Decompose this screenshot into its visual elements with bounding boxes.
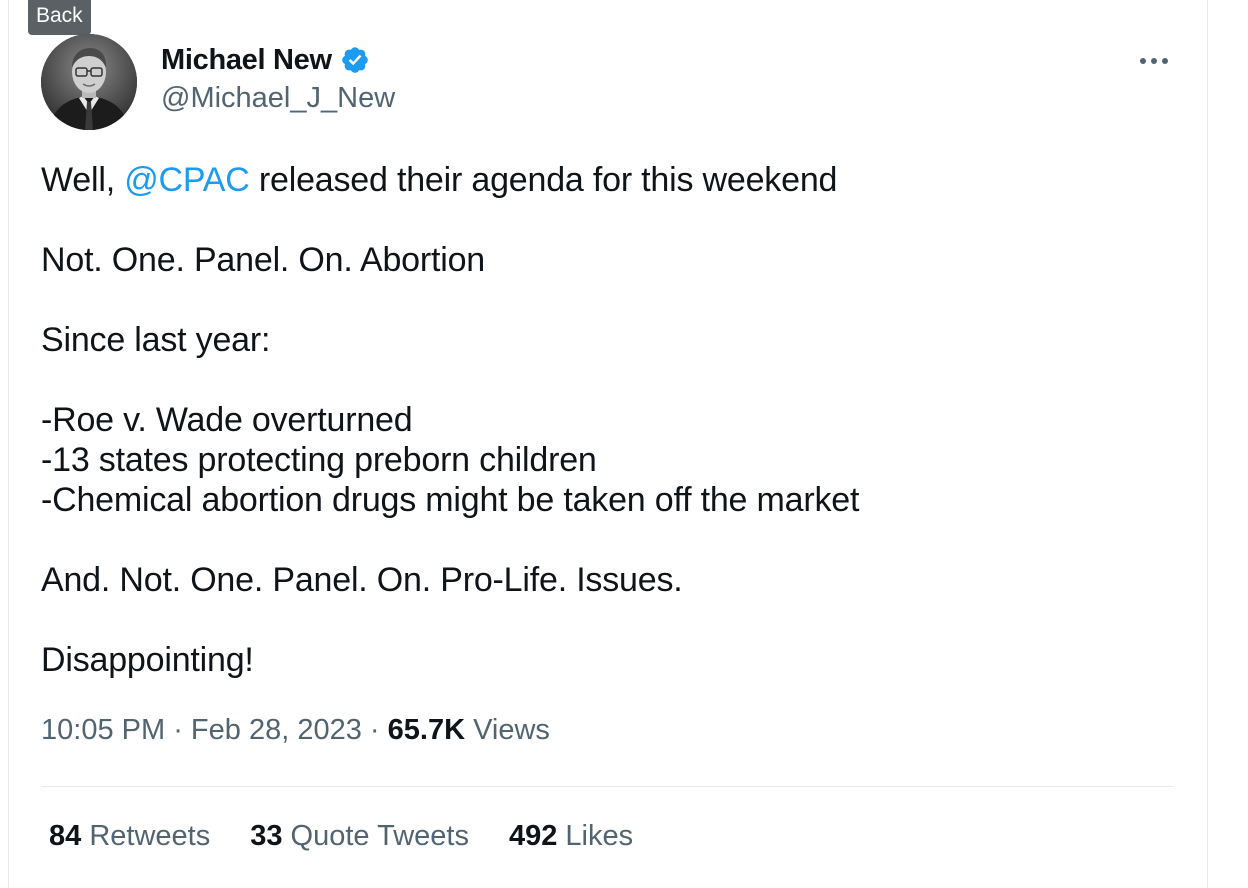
mention-link[interactable]: @CPAC	[124, 161, 250, 199]
retweets-label: Retweets	[81, 820, 211, 852]
tweet-text: Well, @CPAC released their agenda for th…	[41, 160, 1171, 680]
tweet-line: -Chemical abortion drugs might be taken …	[41, 481, 860, 519]
tweet-line: -13 states protecting preborn children	[41, 441, 597, 479]
tweet-text-segment: released their agenda for this weekend	[249, 161, 838, 199]
likes-label: Likes	[557, 820, 634, 852]
divider	[41, 786, 1173, 787]
avatar[interactable]	[41, 34, 137, 130]
tweet-line: Disappointing!	[41, 641, 254, 679]
tweet-meta: 10:05 PM · Feb 28, 2023 · 65.7K Views	[41, 714, 550, 747]
likes-stat[interactable]: 492 Likes	[509, 820, 633, 853]
retweets-stat[interactable]: 84 Retweets	[49, 820, 210, 853]
quote-tweets-stat[interactable]: 33 Quote Tweets	[250, 820, 469, 853]
page: Back Michael New @Michael_J_New Well, @C…	[0, 0, 1248, 888]
author-name-row: Michael New	[161, 42, 370, 78]
engagement-stats: 84 Retweets 33 Quote Tweets 492 Likes	[49, 820, 673, 853]
author-handle[interactable]: @Michael_J_New	[161, 82, 395, 115]
views-label: Views	[465, 714, 550, 746]
views-count: 65.7K	[387, 714, 466, 746]
more-options-icon[interactable]	[1134, 46, 1174, 76]
tweet-text-segment: Well,	[41, 161, 125, 199]
tweet-line: -Roe v. Wade overturned	[41, 401, 413, 439]
tweet-line: Since last year:	[41, 321, 271, 359]
tweet-time-link[interactable]: 10:05 PM	[41, 714, 165, 746]
retweets-count: 84	[49, 820, 82, 852]
tweet-line: And. Not. One. Panel. On. Pro-Life. Issu…	[41, 561, 683, 599]
tweet-date-link[interactable]: Feb 28, 2023	[191, 714, 362, 746]
meta-separator: ·	[361, 714, 388, 746]
tweet-line: Not. One. Panel. On. Abortion	[41, 241, 486, 279]
likes-count: 492	[508, 820, 558, 852]
meta-separator: ·	[165, 714, 191, 746]
quote-tweets-count: 33	[250, 820, 283, 852]
tweet-line: Well, @CPAC released their agenda for th…	[41, 160, 1171, 200]
quote-tweets-label: Quote Tweets	[282, 820, 469, 852]
avatar-photo-icon	[41, 34, 137, 130]
back-tooltip[interactable]: Back	[28, 0, 91, 35]
author-display-name[interactable]: Michael New	[161, 44, 332, 77]
verified-badge-icon[interactable]	[340, 45, 370, 75]
